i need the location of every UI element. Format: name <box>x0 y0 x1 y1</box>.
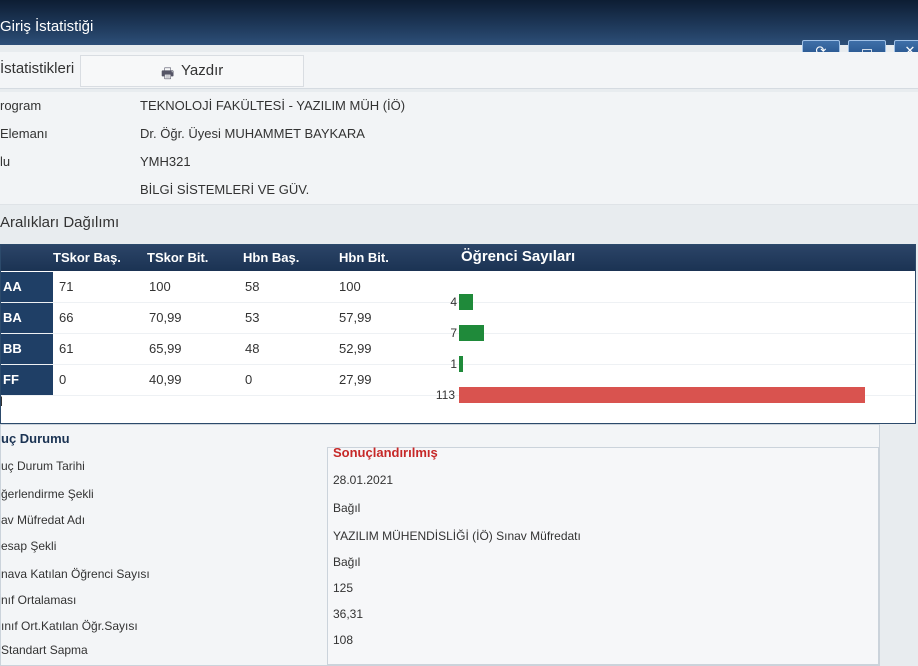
header-ogrenci-sayilari: Öğrenci Sayıları <box>461 248 576 265</box>
status-value: YAZILIM MÜHENDİSLİĞİ (İÖ) Sınav Müfredat… <box>333 529 581 543</box>
info-value: Dr. Öğr. Üyesi MUHAMMET BAYKARA <box>140 126 365 141</box>
info-row-program: rogram TEKNOLOJİ FAKÜLTESİ - YAZILIM MÜH… <box>0 92 918 121</box>
table-row: BB 61 65,99 48 52,99 <box>1 334 915 365</box>
cell-hbn-bit: 52,99 <box>339 341 372 356</box>
grade-code: FF <box>1 365 53 395</box>
status-value: Sonuçlandırılmış <box>333 445 438 460</box>
cell-hbn-bit: 100 <box>339 279 361 294</box>
cell-hbn-bit: 27,99 <box>339 372 372 387</box>
student-count-bar <box>459 387 865 403</box>
cell-tskor-bit: 70,99 <box>149 310 182 325</box>
header-hbn-bas: Hbn Baş. <box>243 250 300 265</box>
print-button[interactable]: 🖶 Yazdır <box>80 55 304 87</box>
grade-code: AA <box>1 272 53 302</box>
student-count: 4 <box>450 295 457 309</box>
header-hbn-bit: Hbn Bit. <box>339 250 389 265</box>
info-row-instructor: Elemanı Dr. Öğr. Üyesi MUHAMMET BAYKARA <box>0 120 918 149</box>
status-label: ğerlendirme Şekli <box>1 487 94 501</box>
status-label: nıf Ortalaması <box>1 593 77 607</box>
status-panel: uç Durumu uç Durum Tarihi Sonuçlandırılm… <box>0 424 880 666</box>
cell-tskor-bas: 71 <box>59 279 74 294</box>
info-label: rogram <box>0 98 42 113</box>
status-label: av Müfredat Adı <box>1 513 86 527</box>
status-value: 28.01.2021 <box>333 473 394 487</box>
total-label: l <box>0 394 3 409</box>
cell-tskor-bas: 66 <box>59 310 74 325</box>
student-count-bar <box>459 294 473 310</box>
window-title: Giriş İstatistiği <box>0 18 94 35</box>
print-button-label: Yazdır <box>181 62 224 79</box>
status-value: Bağıl <box>333 501 361 515</box>
cell-hbn-bit: 57,99 <box>339 310 372 325</box>
status-value: 36,31 <box>333 607 364 621</box>
status-title: uç Durumu <box>1 431 70 446</box>
grade-code: BB <box>1 334 53 364</box>
student-count: 113 <box>435 388 455 402</box>
status-label: nava Katılan Öğrenci Sayısı <box>1 567 150 581</box>
distribution-title: Aralıkları Dağılımı <box>0 214 120 231</box>
cell-tskor-bit: 65,99 <box>149 341 182 356</box>
grade-code: BA <box>1 303 53 333</box>
grade-distribution-table: TSkor Baş. TSkor Bit. Hbn Baş. Hbn Bit. … <box>0 244 916 424</box>
student-count-bar <box>459 356 463 372</box>
cell-hbn-bas: 53 <box>245 310 260 325</box>
status-value-box <box>327 447 879 665</box>
status-value: 108 <box>333 633 354 647</box>
cell-tskor-bit: 100 <box>149 279 171 294</box>
info-label: Elemanı <box>0 126 48 141</box>
toolbar-title: İstatistikleri <box>0 60 75 77</box>
printer-icon: 🖶 <box>161 65 175 81</box>
table-row: AA 71 100 58 100 <box>1 272 915 303</box>
cell-tskor-bit: 40,99 <box>149 372 182 387</box>
student-count: 7 <box>450 326 457 340</box>
info-row-course-code: lu YMH321 <box>0 148 918 177</box>
status-label: uç Durum Tarihi <box>1 459 85 473</box>
table-header: TSkor Baş. TSkor Bit. Hbn Baş. Hbn Bit. … <box>1 245 915 271</box>
info-value: YMH321 <box>140 154 191 169</box>
cell-hbn-bas: 58 <box>245 279 260 294</box>
student-count-bar <box>459 325 484 341</box>
status-value: 125 <box>333 581 354 595</box>
info-value: TEKNOLOJİ FAKÜLTESİ - YAZILIM MÜH (İÖ) <box>140 98 406 113</box>
cell-hbn-bas: 48 <box>245 341 260 356</box>
header-tskor-bit: TSkor Bit. <box>147 250 209 265</box>
info-value: BİLGİ SİSTEMLERİ VE GÜV. <box>140 182 310 197</box>
status-label: esap Şekli <box>1 539 57 553</box>
status-label: ınıf Ort.Katılan Öğr.Sayısı <box>1 619 138 633</box>
header-tskor-bas: TSkor Baş. <box>53 250 121 265</box>
info-row-course-name: BİLGİ SİSTEMLERİ VE GÜV. <box>0 176 918 205</box>
cell-tskor-bas: 61 <box>59 341 74 356</box>
window-titlebar <box>0 0 918 45</box>
cell-hbn-bas: 0 <box>245 372 253 387</box>
cell-tskor-bas: 0 <box>59 372 67 387</box>
table-row: BA 66 70,99 53 57,99 <box>1 303 915 334</box>
student-count: 1 <box>450 357 457 371</box>
info-label: lu <box>0 154 11 169</box>
status-value: Bağıl <box>333 555 361 569</box>
status-label: Standart Sapma <box>1 643 88 657</box>
